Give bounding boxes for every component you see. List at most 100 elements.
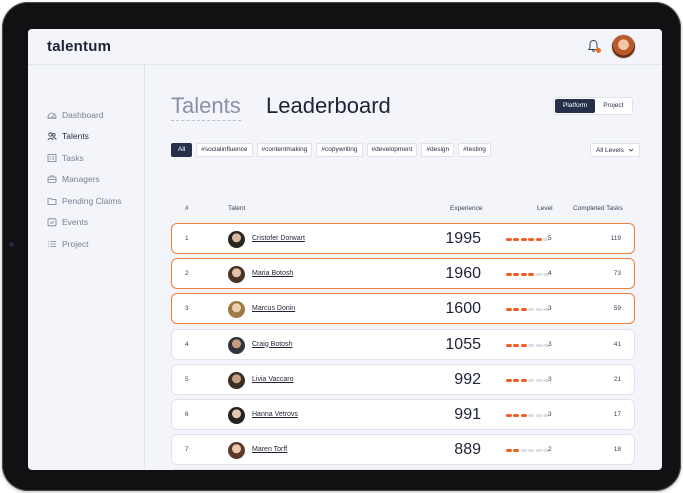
level-segment (513, 449, 520, 453)
briefcase-icon (47, 175, 57, 183)
tab-talents[interactable]: Talents (171, 93, 241, 121)
switch-project-button[interactable]: Project (595, 99, 631, 113)
level-segment (513, 308, 520, 312)
table-row[interactable]: 8Craig Dokidis880219 (171, 469, 635, 470)
dashboard-icon (47, 112, 57, 120)
sidebar-item-dashboard[interactable]: Dashboard (47, 108, 104, 122)
level-segment (535, 308, 542, 312)
level-bar (506, 449, 550, 453)
level-value: 3 (548, 340, 552, 348)
column-header-experience: Experience (450, 205, 483, 212)
level-segment (506, 414, 512, 417)
main-content: Talents Leaderboard Platform Project All… (145, 65, 662, 470)
table-row[interactable]: 4 Craig Botosh 1055 3 41 (171, 328, 635, 360)
notification-dot (596, 48, 601, 53)
tag-development[interactable]: #development (366, 143, 418, 157)
levels-dropdown[interactable]: All Levels (590, 143, 640, 157)
camera-dot (9, 242, 14, 247)
completed-tasks-value: 18 (613, 446, 621, 454)
list-icon (48, 241, 56, 247)
brand-logo[interactable]: talentum (47, 38, 111, 55)
table-row[interactable]: 6 Hanna Vetrovs 991 3 17 (171, 399, 635, 430)
sidebar: Dashboard Talents Tasks Managers Pending… (28, 65, 145, 470)
level-bar (506, 238, 550, 241)
talent-name-link[interactable]: Livia Vaccaro (252, 376, 294, 383)
completed-tasks-value: 41 (613, 340, 621, 348)
talent-name-link[interactable]: Hanna Vetrovs (252, 411, 298, 418)
level-bar (506, 343, 550, 347)
experience-value: 992 (454, 370, 481, 388)
tag-contentmaking[interactable]: #contentmaking (256, 143, 313, 157)
level-segment (528, 308, 535, 312)
row-rank: 7 (185, 446, 189, 454)
sidebar-item-managers[interactable]: Managers (47, 172, 100, 186)
level-segment (506, 308, 512, 312)
level-segment (513, 378, 520, 382)
tasks-icon (47, 154, 57, 162)
talent-name-link[interactable]: Maria Botosh (252, 270, 293, 277)
level-segment (520, 414, 527, 417)
tag-testing[interactable]: #testing (458, 143, 491, 157)
tag-design[interactable]: #design (421, 143, 455, 157)
tag-copywriting[interactable]: #copywriting (316, 143, 363, 157)
completed-tasks-value: 21 (613, 375, 621, 383)
row-rank: 3 (185, 305, 189, 313)
experience-value: 1600 (445, 300, 481, 318)
completed-tasks-value: 59 (613, 305, 621, 313)
level-segment (513, 343, 520, 347)
folder-icon (47, 198, 57, 205)
row-rank: 5 (185, 375, 189, 383)
row-rank: 4 (185, 340, 189, 348)
level-value: 3 (548, 411, 552, 418)
table-row[interactable]: 3 Marcus Donin 1600 3 59 (171, 293, 635, 325)
table-row[interactable]: 7 Maren Torff 889 2 18 (171, 434, 635, 466)
level-segment (528, 449, 535, 453)
sidebar-item-label: Events (62, 217, 88, 227)
tag-all[interactable]: All (171, 143, 193, 157)
talent-avatar (228, 231, 245, 248)
level-segment (513, 273, 520, 277)
completed-tasks-value: 17 (613, 411, 621, 418)
level-segment (535, 378, 542, 382)
table-row[interactable]: 1 Cristofer Dorwart 1995 5 119 (171, 223, 635, 254)
sidebar-item-label: Project (62, 239, 89, 249)
talent-avatar (228, 407, 245, 424)
talent-avatar (228, 336, 245, 354)
level-segment (513, 414, 520, 417)
tag-socialinfluence[interactable]: #socialinfluence (196, 143, 253, 157)
talent-name-link[interactable]: Cristofer Dorwart (252, 235, 305, 242)
talent-name-link[interactable]: Marcus Donin (252, 305, 295, 312)
level-segment (528, 238, 535, 241)
talent-name-link[interactable]: Craig Botosh (252, 341, 292, 348)
top-bar: talentum (28, 29, 662, 65)
table-row[interactable]: 2 Maria Botosh 1960 4 73 (171, 258, 635, 290)
page-title: Leaderboard (266, 93, 391, 118)
level-bar (506, 378, 550, 382)
sidebar-item-project[interactable]: Project (47, 237, 88, 251)
levels-dropdown-label: All Levels (596, 146, 624, 154)
sidebar-item-label: Tasks (62, 153, 84, 163)
level-segment (506, 238, 512, 241)
sidebar-item-tasks[interactable]: Tasks (47, 151, 84, 165)
experience-value: 1055 (445, 335, 481, 353)
level-segment (520, 378, 527, 382)
talent-avatar (228, 266, 245, 284)
sidebar-item-pending-claims[interactable]: Pending Claims (47, 194, 122, 208)
row-rank: 6 (185, 411, 189, 418)
people-icon (47, 132, 57, 141)
row-rank: 1 (185, 235, 189, 242)
level-value: 5 (548, 235, 552, 242)
bell-icon[interactable] (587, 39, 601, 53)
talent-name-link[interactable]: Maren Torff (252, 446, 287, 453)
level-segment (513, 238, 520, 241)
completed-tasks-value: 73 (613, 270, 621, 278)
tag-filter-bar: All #socialinfluence #contentmaking #cop… (171, 143, 495, 157)
sidebar-item-talents[interactable]: Talents (47, 129, 89, 143)
switch-platform-button[interactable]: Platform (555, 99, 596, 113)
user-avatar[interactable] (611, 34, 636, 59)
experience-value: 1960 (445, 265, 481, 283)
table-row[interactable]: 5 Livia Vaccaro 992 3 21 (171, 363, 635, 395)
sidebar-item-events[interactable]: Events (47, 215, 88, 229)
sidebar-item-label: Pending Claims (62, 196, 122, 206)
column-header-completed: Completed Tasks (573, 205, 623, 212)
